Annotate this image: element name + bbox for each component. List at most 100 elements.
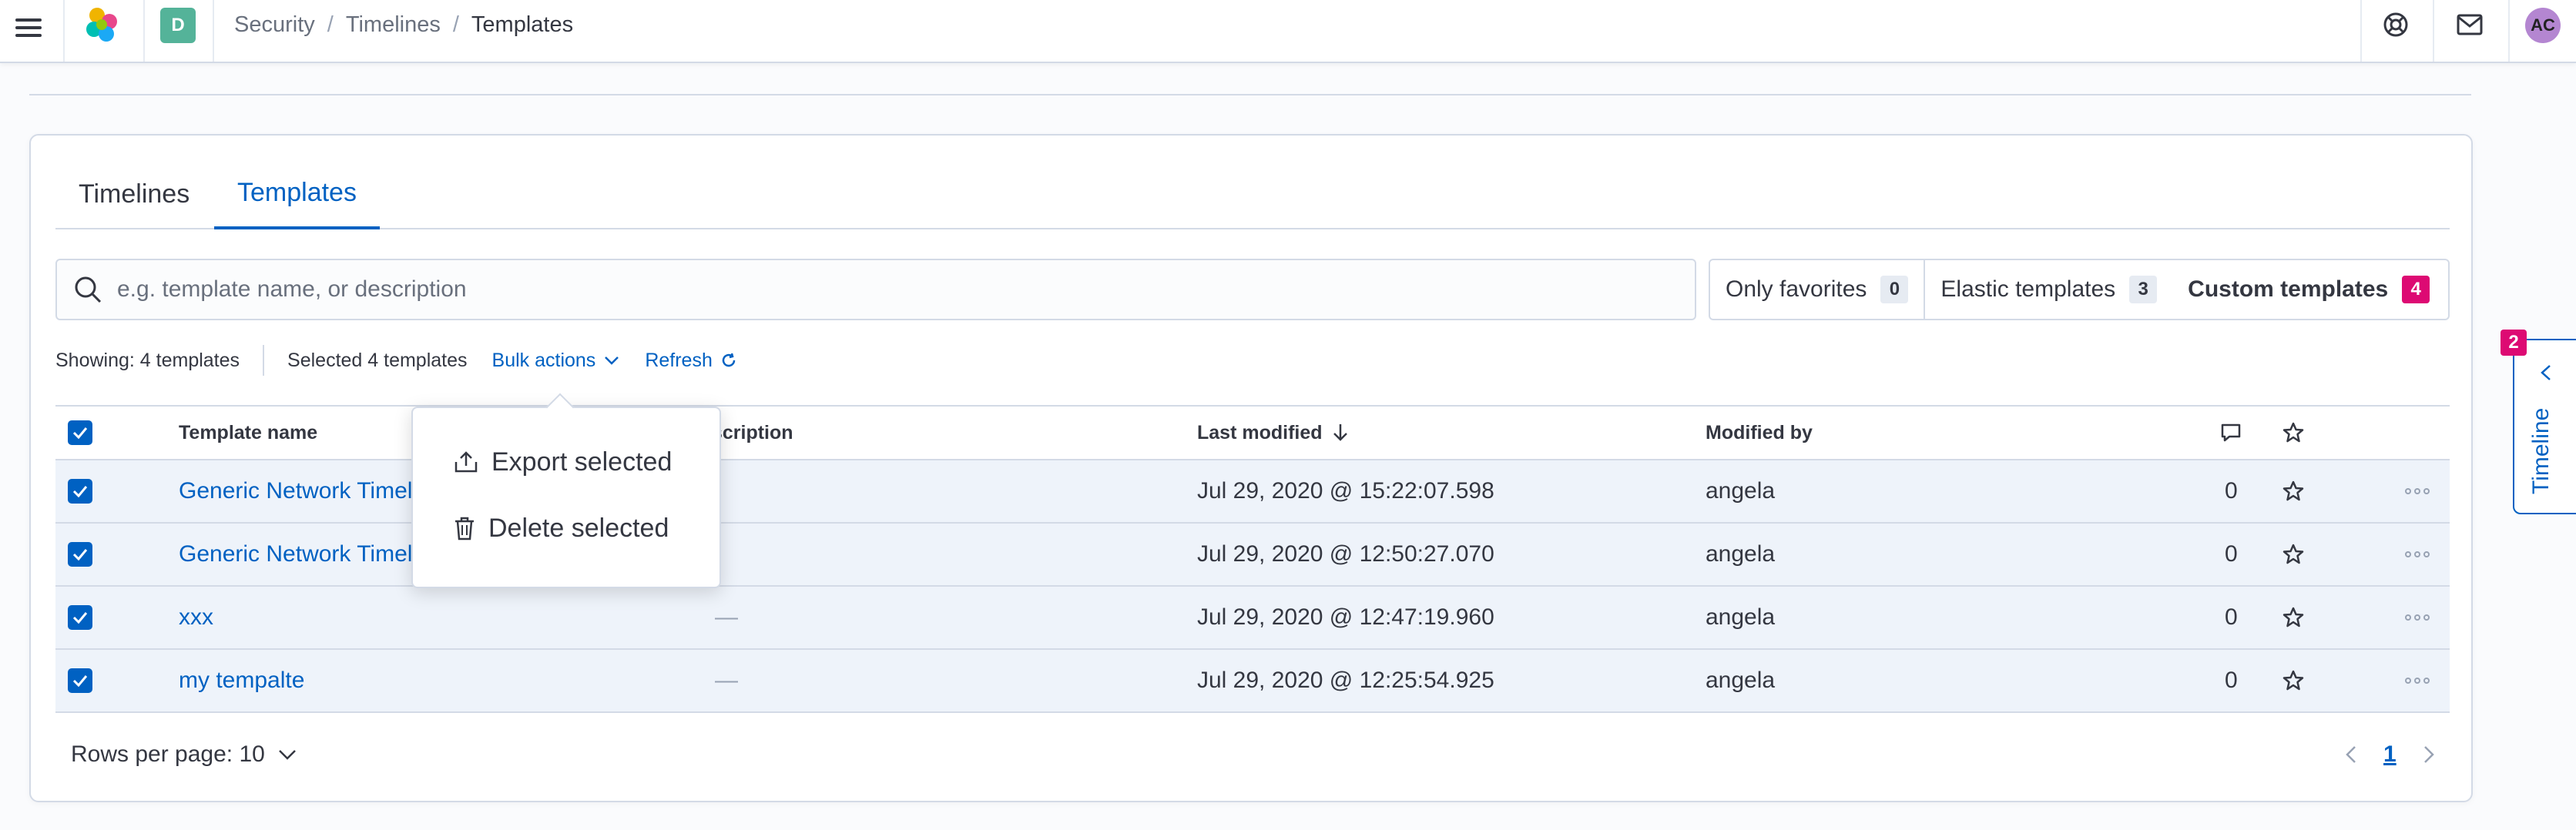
breadcrumb-timelines[interactable]: Timelines — [346, 12, 441, 38]
menu-icon[interactable] — [14, 14, 45, 45]
favorite-star-icon[interactable] — [2282, 524, 2305, 585]
export-selected-item[interactable]: Export selected — [453, 439, 672, 485]
elastic-logo-icon[interactable] — [82, 5, 123, 46]
tab-templates[interactable]: Templates — [214, 159, 380, 229]
header-divider — [2508, 0, 2510, 62]
bulk-actions-menu: Export selected Delete selected — [411, 407, 721, 588]
favorite-star-icon[interactable] — [2282, 460, 2305, 522]
modified-by-value: angela — [1706, 478, 1776, 504]
template-description: — — [715, 604, 738, 630]
template-description: — — [715, 668, 738, 693]
row-actions-icon[interactable] — [2405, 460, 2430, 522]
user-avatar[interactable]: AC — [2525, 8, 2561, 43]
row-checkbox[interactable] — [68, 524, 92, 585]
last-modified-value: Jul 29, 2020 @ 12:25:54.925 — [1197, 668, 1494, 693]
column-modified-by[interactable]: Modified by — [1706, 407, 1813, 459]
row-checkbox[interactable] — [68, 460, 92, 522]
header-divider — [2433, 0, 2434, 62]
utility-divider — [263, 345, 265, 376]
favorite-star-icon[interactable] — [2282, 650, 2305, 711]
tab-bar: Timelines Templates — [55, 159, 2450, 229]
breadcrumb-templates: Templates — [471, 12, 574, 37]
delete-selected-label: Delete selected — [488, 513, 669, 543]
favorite-star-icon[interactable] — [2282, 587, 2305, 648]
bulk-actions-label: Bulk actions — [491, 349, 596, 371]
export-selected-label: Export selected — [491, 447, 673, 477]
templates-panel: Timelines Templates Only favorites 0 Ela… — [29, 134, 2473, 802]
refresh-button[interactable]: Refresh — [645, 350, 737, 372]
breadcrumb-separator: / — [327, 12, 334, 37]
refresh-label: Refresh — [645, 349, 713, 371]
row-actions-icon[interactable] — [2405, 587, 2430, 648]
table-row[interactable]: my tempalte — Jul 29, 2020 @ 12:25:54.92… — [55, 650, 2450, 713]
chevron-left-icon — [2541, 365, 2551, 380]
header-divider — [143, 0, 145, 62]
filter-label: Only favorites — [1726, 276, 1867, 302]
filter-custom-templates[interactable]: Custom templates 4 — [2172, 260, 2445, 319]
filter-label: Elastic templates — [1940, 276, 2116, 302]
last-modified-value: Jul 29, 2020 @ 12:50:27.070 — [1197, 541, 1494, 567]
chevron-right-icon[interactable] — [2423, 745, 2435, 765]
row-actions-icon[interactable] — [2405, 524, 2430, 585]
last-modified-value: Jul 29, 2020 @ 15:22:07.598 — [1197, 478, 1494, 504]
notes-count: 0 — [2225, 541, 2238, 567]
template-name-link[interactable]: my tempalte — [179, 650, 304, 711]
breadcrumb-security[interactable]: Security — [234, 12, 315, 38]
row-checkbox[interactable] — [68, 587, 92, 648]
check-icon — [72, 427, 88, 439]
chevron-left-icon[interactable] — [2345, 745, 2357, 765]
search-icon — [75, 276, 102, 303]
column-last-modified[interactable]: Last modified — [1197, 407, 1349, 459]
export-icon — [454, 451, 478, 473]
filter-elastic-templates[interactable]: Elastic templates 3 — [1925, 260, 2172, 319]
selected-count: Selected 4 templates — [287, 349, 468, 371]
breadcrumb: Security / Timelines / Templates — [234, 8, 573, 42]
app-header: D Security / Timelines / Templates AC — [0, 0, 2576, 63]
filter-only-favorites[interactable]: Only favorites 0 — [1710, 260, 1926, 319]
notes-column-icon — [2220, 407, 2242, 459]
header-divider — [213, 0, 214, 62]
search-box[interactable] — [55, 259, 1696, 320]
timeline-flyout-button[interactable]: Timeline — [2513, 339, 2576, 514]
page-1-button[interactable]: 1 — [2383, 741, 2397, 768]
chevron-down-icon — [278, 750, 296, 760]
modified-by-value: angela — [1706, 668, 1776, 693]
select-all-checkbox[interactable] — [68, 407, 92, 459]
pagination: 1 — [2345, 738, 2435, 771]
notes-count: 0 — [2225, 604, 2238, 630]
space-avatar[interactable]: D — [160, 8, 196, 43]
modified-by-value: angela — [1706, 541, 1776, 567]
rows-per-page-label: Rows per page: 10 — [71, 741, 265, 767]
filter-count: 4 — [2402, 276, 2430, 303]
filter-count: 0 — [1880, 276, 1909, 303]
header-divider — [63, 0, 65, 62]
check-icon — [72, 675, 88, 687]
filter-label: Custom templates — [2188, 276, 2389, 302]
template-name-link[interactable]: xxx — [179, 587, 213, 648]
row-checkbox[interactable] — [68, 650, 92, 711]
check-icon — [72, 486, 88, 497]
delete-selected-item[interactable]: Delete selected — [453, 505, 669, 551]
mail-icon[interactable] — [2454, 9, 2485, 40]
template-name-link[interactable]: Generic Network Timeline — [179, 460, 443, 522]
check-icon — [72, 612, 88, 624]
trash-icon — [455, 517, 474, 541]
column-template-name[interactable]: Template name — [179, 407, 317, 459]
rows-per-page-button[interactable]: Rows per page: 10 — [71, 738, 297, 771]
timeline-flyout-label: Timeline — [2528, 407, 2554, 494]
header-divider — [2360, 0, 2362, 62]
row-actions-icon[interactable] — [2405, 650, 2430, 711]
help-icon[interactable] — [2380, 9, 2411, 40]
search-input[interactable] — [117, 273, 1658, 306]
check-icon — [72, 549, 88, 561]
breadcrumb-separator: / — [452, 12, 459, 37]
bulk-actions-button[interactable]: Bulk actions — [492, 350, 621, 372]
favorite-column-icon — [2282, 407, 2305, 459]
template-name-link[interactable]: Generic Network Timeline — [179, 524, 443, 585]
tab-timelines[interactable]: Timelines — [55, 159, 213, 229]
page-divider — [29, 94, 2471, 95]
table-row[interactable]: xxx — Jul 29, 2020 @ 12:47:19.960 angela… — [55, 587, 2450, 650]
sort-descending-icon — [1333, 424, 1347, 441]
showing-count: Showing: 4 templates — [55, 349, 240, 371]
column-label: Last modified — [1197, 421, 1323, 443]
